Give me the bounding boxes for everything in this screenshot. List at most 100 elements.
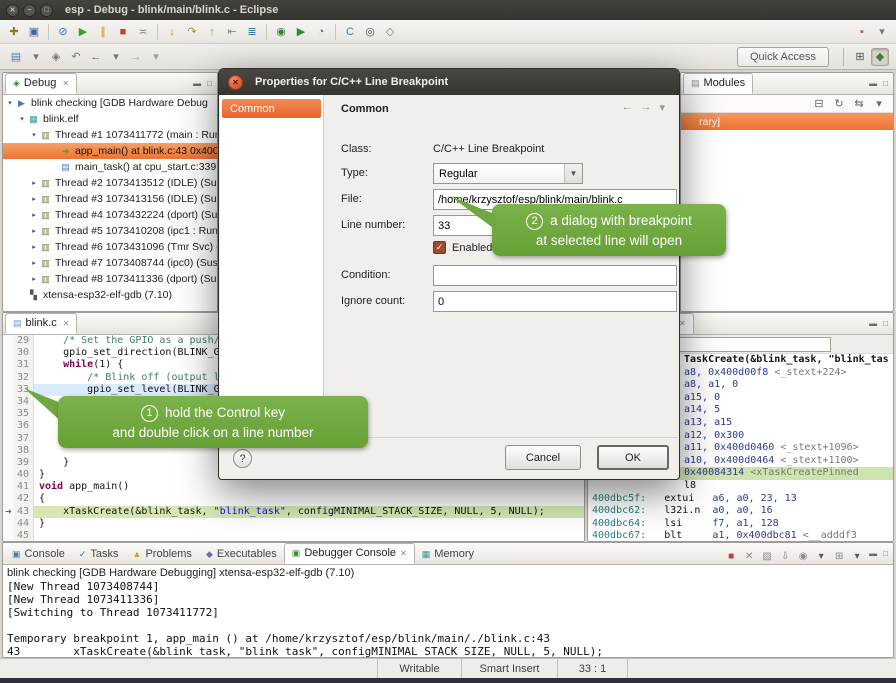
code-line[interactable]: void app_main() [34, 481, 584, 493]
pin-console-icon[interactable]: ◉ [795, 548, 811, 564]
line-number[interactable]: 36 [14, 420, 34, 432]
refresh-icon[interactable]: ↻ [830, 95, 848, 113]
close-icon[interactable]: ✕ [62, 79, 69, 88]
tree-item[interactable]: ▚ xtensa-esp32-elf-gdb (7.10) [3, 287, 217, 303]
open-perspective-icon[interactable]: ⊞ [851, 48, 869, 66]
breakpoint-ruler-cell[interactable] [3, 420, 14, 432]
clear-console-icon[interactable]: ▧ [759, 548, 775, 564]
breakpoint-ruler-cell[interactable] [3, 347, 14, 359]
line-number[interactable]: 32 [14, 372, 34, 384]
expander-icon[interactable]: ▾ [29, 131, 39, 139]
help-button[interactable]: ? [233, 449, 252, 468]
drop-to-frame-icon[interactable]: ⇤ [223, 23, 241, 41]
code-line[interactable] [34, 530, 584, 542]
breakpoint-ruler-cell[interactable] [3, 408, 14, 420]
back-icon[interactable]: ← [87, 48, 105, 66]
breakpoint-ruler-cell[interactable] [3, 457, 14, 469]
breakpoint-ruler-cell[interactable] [3, 396, 14, 408]
tree-item[interactable]: ▾ ▶ blink checking [GDB Hardware Debug [3, 95, 217, 111]
open-type-icon[interactable]: ◇ [381, 23, 399, 41]
breakpoint-ruler-cell[interactable] [3, 359, 14, 371]
tab-tasks[interactable]: ✓ Tasks [72, 545, 126, 564]
terminate-icon[interactable]: ■ [114, 23, 132, 41]
line-number[interactable]: 37 [14, 433, 34, 445]
forward-icon[interactable]: → [127, 48, 145, 66]
tab-debugger-console[interactable]: ▣ Debugger Console ✕ [284, 543, 415, 564]
new-file-dropdown-icon[interactable]: ▾ [27, 48, 45, 66]
view-menu-icon[interactable]: ▾ [659, 101, 665, 114]
maximize-icon[interactable]: □ [880, 319, 891, 328]
tab-modules[interactable]: ▤ Modules [683, 73, 753, 94]
tab-debug[interactable]: ◈ Debug ✕ [5, 73, 77, 94]
collapse-all-icon[interactable]: ⊟ [810, 95, 828, 113]
line-number[interactable]: 34 [14, 396, 34, 408]
tree-item[interactable]: ▸ ▥ Thread #8 1073411336 (dport) (Sus [3, 271, 217, 287]
tree-item[interactable]: ▤ main_task() at cpu_start.c:339 0x4 [3, 159, 217, 175]
condition-input[interactable] [433, 265, 677, 286]
breakpoint-ruler-cell[interactable] [3, 506, 14, 518]
terminate-console-icon[interactable]: ■ [723, 548, 739, 564]
breakpoint-ruler-cell[interactable] [3, 469, 14, 481]
line-number[interactable]: 39 [14, 457, 34, 469]
resume-icon[interactable]: ▶ [74, 23, 92, 41]
profile-icon[interactable]: ◔ [312, 23, 330, 41]
ok-button[interactable]: OK [597, 445, 669, 470]
expander-icon[interactable]: ▸ [29, 179, 39, 187]
line-number[interactable]: 44 [14, 518, 34, 530]
console-body[interactable]: blink checking [GDB Hardware Debugging] … [3, 565, 893, 657]
expander-icon[interactable]: ▸ [29, 275, 39, 283]
line-number[interactable]: 29 [14, 335, 34, 347]
back-icon[interactable]: ← [621, 101, 632, 114]
line-number[interactable]: 31 [14, 359, 34, 371]
expander-icon[interactable]: ▾ [17, 115, 27, 123]
line-number[interactable]: 38 [14, 445, 34, 457]
mark-occurrences-icon[interactable]: ▪ [853, 23, 871, 41]
close-icon[interactable]: ✕ [400, 549, 407, 558]
window-close-icon[interactable]: ✕ [6, 4, 19, 17]
breakpoint-ruler-cell[interactable] [3, 445, 14, 457]
maximize-icon[interactable]: □ [880, 79, 891, 88]
display-console-icon[interactable]: ▾ [813, 548, 829, 564]
cancel-button[interactable]: Cancel [505, 445, 581, 470]
last-edit-location-icon[interactable]: ↶ [67, 48, 85, 66]
tree-item[interactable]: ▾ ▥ Thread #1 1073411772 (main : Runn [3, 127, 217, 143]
link-with-editor-icon[interactable]: ⇆ [850, 95, 868, 113]
separator[interactable] [157, 24, 158, 40]
separator[interactable] [266, 24, 267, 40]
code-line[interactable]: { [34, 493, 584, 505]
tab-problems[interactable]: ▲ Problems [126, 545, 199, 564]
open-console-icon[interactable]: ⊞ [831, 548, 847, 564]
tree-item[interactable]: ▸ ▥ Thread #6 1073431096 (Tmr Svc) (S [3, 239, 217, 255]
tree-item[interactable]: ➔ app_main() at blink.c:43 0x400dbc [3, 143, 217, 159]
enabled-checkbox[interactable]: ✓ [433, 241, 446, 254]
disconnect-icon[interactable]: ≍ [134, 23, 152, 41]
step-into-icon[interactable]: ↓ [163, 23, 181, 41]
minimize-icon[interactable]: ▬ [866, 79, 880, 88]
forward-icon[interactable]: → [640, 101, 651, 114]
annotation-nav-icon[interactable]: ▾ [873, 23, 891, 41]
expander-icon[interactable]: ▸ [29, 243, 39, 251]
debug-icon[interactable]: ◉ [272, 23, 290, 41]
code-line[interactable]: } [34, 518, 584, 530]
minimize-icon[interactable]: ▬ [866, 319, 880, 328]
new-wizard-icon[interactable]: ✚ [5, 23, 23, 41]
sidebar-item-common[interactable]: Common [222, 99, 321, 118]
open-element-icon[interactable]: ◈ [47, 48, 65, 66]
new-file-icon[interactable]: ▤ [7, 48, 25, 66]
line-number[interactable]: 43 [14, 506, 34, 518]
minimize-icon[interactable]: ▬ [190, 79, 204, 88]
remove-launch-icon[interactable]: ✕ [741, 548, 757, 564]
line-number[interactable]: 42 [14, 493, 34, 505]
tree-item[interactable]: ▸ ▥ Thread #7 1073408744 (ipc0) (Susp [3, 255, 217, 271]
save-icon[interactable]: ▣ [25, 23, 43, 41]
breakpoint-ruler-cell[interactable] [3, 433, 14, 445]
line-number[interactable]: 40 [14, 469, 34, 481]
run-icon[interactable]: ▶ [292, 23, 310, 41]
quick-access-button[interactable]: Quick Access [737, 47, 829, 67]
minimize-icon[interactable]: ▬ [866, 549, 880, 558]
new-cpp-class-icon[interactable]: C [341, 23, 359, 41]
window-maximize-icon[interactable]: □ [40, 4, 53, 17]
tree-item[interactable]: ▸ ▥ Thread #5 1073410208 (ipc1 : Runni [3, 223, 217, 239]
separator[interactable] [335, 24, 336, 40]
separator[interactable] [48, 24, 49, 40]
